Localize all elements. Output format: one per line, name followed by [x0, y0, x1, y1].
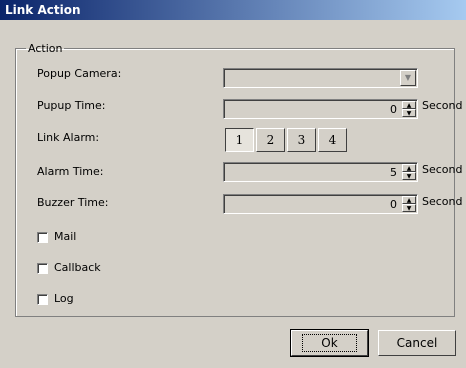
spin-down-icon[interactable]: ▼ [402, 172, 416, 180]
popup-time-spinbox[interactable]: 0 ▲ ▼ [223, 99, 418, 119]
buzzer-time-label: Buzzer Time: [37, 196, 109, 209]
ok-button[interactable]: Ok [290, 329, 369, 357]
popup-time-label: Pupup Time: [37, 99, 106, 112]
log-checkbox[interactable] [37, 294, 48, 305]
buzzer-time-spinbox[interactable]: 0 ▲ ▼ [223, 194, 418, 214]
spin-down-icon[interactable]: ▼ [402, 109, 416, 117]
alarm-button-1[interactable]: 1 [225, 128, 254, 152]
cancel-button[interactable]: Cancel [378, 330, 456, 356]
spin-up-icon[interactable]: ▲ [402, 101, 416, 109]
alarm-button-4[interactable]: 4 [318, 128, 347, 152]
alarm-button-3[interactable]: 3 [287, 128, 316, 152]
spin-up-icon[interactable]: ▲ [402, 164, 416, 172]
dialog-title: Link Action [0, 0, 466, 20]
alarm-time-unit: Second [422, 163, 463, 176]
callback-checkbox[interactable] [37, 263, 48, 274]
log-checkbox-label[interactable]: Log [54, 292, 74, 305]
buzzer-time-spinner[interactable]: ▲ ▼ [402, 196, 416, 212]
alarm-time-spinbox[interactable]: 5 ▲ ▼ [223, 162, 418, 182]
buzzer-time-unit: Second [422, 195, 463, 208]
chevron-down-icon[interactable]: ▼ [400, 70, 416, 86]
mail-checkbox[interactable] [37, 232, 48, 243]
action-group-legend: Action [28, 42, 63, 55]
alarm-time-spinner[interactable]: ▲ ▼ [402, 164, 416, 180]
popup-camera-select[interactable]: ▼ [223, 68, 418, 88]
alarm-time-value: 5 [390, 166, 397, 179]
mail-checkbox-label[interactable]: Mail [54, 230, 76, 243]
popup-time-unit: Second [422, 99, 463, 112]
spin-down-icon[interactable]: ▼ [402, 204, 416, 212]
ok-button-label: Ok [302, 334, 357, 352]
alarm-time-label: Alarm Time: [37, 165, 104, 178]
link-action-dialog: Link Action Action Popup Camera: ▼ Pupup… [0, 0, 466, 368]
link-alarm-label: Link Alarm: [37, 131, 100, 144]
popup-time-spinner[interactable]: ▲ ▼ [402, 101, 416, 117]
popup-time-value: 0 [390, 103, 397, 116]
alarm-button-2[interactable]: 2 [256, 128, 285, 152]
callback-checkbox-label[interactable]: Callback [54, 261, 101, 274]
popup-camera-label: Popup Camera: [37, 67, 122, 80]
buzzer-time-value: 0 [390, 198, 397, 211]
spin-up-icon[interactable]: ▲ [402, 196, 416, 204]
